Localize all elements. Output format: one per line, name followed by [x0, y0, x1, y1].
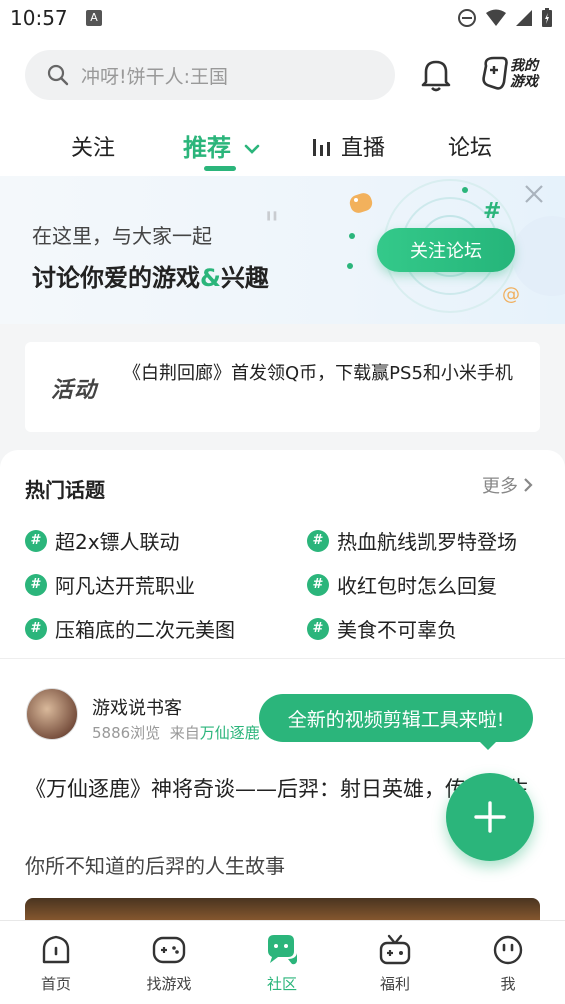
my-games-label-1: 我的 — [510, 57, 540, 74]
topic-item[interactable]: # 收红包时怎么回复 — [307, 570, 497, 599]
topic-label: 阿凡达开荒职业 — [55, 574, 195, 598]
source-link[interactable]: 万仙逐鹿 — [200, 724, 260, 742]
create-post-button[interactable] — [446, 773, 534, 861]
svg-text:#: # — [483, 199, 501, 224]
signal-icon — [516, 10, 532, 26]
nav-home[interactable]: 首页 — [16, 933, 96, 994]
live-bars-icon — [313, 139, 330, 156]
home-icon — [42, 935, 70, 964]
topic-item[interactable]: # 阿凡达开荒职业 — [25, 570, 195, 599]
section-divider — [0, 658, 565, 659]
nav-label: 社区 — [266, 975, 297, 993]
post-image[interactable] — [25, 898, 540, 920]
tab-follow[interactable]: 关注 — [71, 130, 115, 162]
svg-text:@: @ — [502, 284, 520, 305]
banner-title-amp: & — [200, 264, 221, 292]
tab-recommend-label: 推荐 — [183, 134, 231, 162]
post-meta: 5886浏览 来自万仙逐鹿 — [92, 722, 260, 743]
more-link[interactable]: 更多 — [482, 472, 534, 498]
hashtag-icon: # — [25, 529, 47, 552]
event-logo: 活动 — [51, 378, 98, 403]
nav-label: 我 — [500, 975, 516, 993]
tab-recommend[interactable]: 推荐 — [183, 128, 261, 163]
nav-label: 福利 — [379, 975, 410, 993]
bottom-nav: 首页 找游戏 社区 福利 我 — [0, 920, 565, 1004]
close-icon[interactable] — [522, 182, 546, 206]
more-label: 更多 — [482, 476, 518, 497]
video-tool-tooltip[interactable]: 全新的视频剪辑工具来啦! — [259, 694, 533, 742]
nav-welfare[interactable]: 福利 — [355, 933, 435, 994]
notification-a-icon: A — [86, 10, 102, 26]
topic-label: 超2x镖人联动 — [55, 530, 180, 554]
tab-live-label: 直播 — [341, 136, 386, 161]
banner-title-a: 讨论你爱的游戏 — [32, 264, 200, 292]
nav-community[interactable]: 社区 — [242, 933, 322, 994]
tooltip-arrow — [478, 740, 498, 750]
status-bar: 10:57 A — [0, 0, 565, 38]
author-name[interactable]: 游戏说书客 — [92, 694, 182, 720]
gamepad-icon — [152, 936, 186, 964]
hashtag-icon: # — [25, 573, 47, 596]
svg-text:": " — [264, 205, 280, 245]
do-not-disturb-icon — [458, 9, 476, 27]
face-icon — [493, 935, 523, 965]
tab-forum[interactable]: 论坛 — [448, 130, 492, 162]
hashtag-icon: # — [307, 617, 329, 640]
header: 冲呀!饼干人:王国 我的 游戏 关注 推荐 直播 论坛 — [0, 38, 565, 176]
topic-label: 压箱底的二次元美图 — [55, 618, 235, 642]
chat-bubble-icon — [268, 935, 297, 965]
wifi-icon — [486, 9, 506, 26]
tab-active-indicator — [204, 166, 236, 171]
avatar[interactable] — [26, 688, 78, 740]
battery-icon — [542, 8, 552, 27]
banner-title: 讨论你爱的游戏&兴趣 — [32, 258, 269, 293]
nav-find-games[interactable]: 找游戏 — [129, 933, 209, 994]
follow-forum-button[interactable]: 关注论坛 — [377, 228, 515, 272]
hot-topics-title: 热门话题 — [25, 478, 105, 502]
topic-label: 热血航线凯罗特登场 — [337, 530, 517, 554]
chevron-right-icon — [524, 478, 533, 492]
event-text: 《白荆回廊》首发领Q币，下载赢PS5和小米手机 — [123, 363, 513, 384]
post-subtitle: 你所不知道的后羿的人生故事 — [25, 854, 285, 878]
my-games-label-2: 游戏 — [510, 73, 540, 90]
view-count: 5886浏览 — [92, 724, 161, 742]
topic-item[interactable]: # 压箱底的二次元美图 — [25, 614, 235, 643]
topic-item[interactable]: # 美食不可辜负 — [307, 614, 457, 643]
hashtag-icon: # — [307, 573, 329, 596]
hashtag-icon: # — [25, 617, 47, 640]
bell-icon[interactable] — [416, 54, 456, 94]
tab-live[interactable]: 直播 — [312, 130, 385, 162]
nav-me[interactable]: 我 — [468, 933, 548, 994]
nav-label: 找游戏 — [146, 975, 192, 993]
topic-label: 美食不可辜负 — [337, 618, 457, 642]
banner-title-b: 兴趣 — [220, 264, 269, 292]
search-placeholder: 冲呀!饼干人:王国 — [81, 65, 229, 88]
search-bar[interactable]: 冲呀!饼干人:王国 — [25, 50, 395, 100]
chevron-down-icon — [245, 144, 260, 154]
plus-icon — [474, 801, 506, 833]
hashtag-icon: # — [307, 529, 329, 552]
status-time: 10:57 — [10, 6, 68, 30]
topic-item[interactable]: # 热血航线凯罗特登场 — [307, 526, 517, 555]
search-icon — [47, 64, 69, 86]
status-icons — [457, 8, 553, 28]
tab-bar: 关注 推荐 直播 论坛 — [0, 124, 565, 176]
source-prefix: 来自 — [169, 724, 200, 742]
topic-label: 收红包时怎么回复 — [337, 574, 497, 598]
gift-icon — [379, 934, 411, 965]
my-games-icon: 我的 游戏 — [482, 56, 540, 90]
topic-item[interactable]: # 超2x镖人联动 — [25, 526, 180, 555]
forum-banner: " # @ 在这里，与大家一起 讨论你爱的游戏&兴趣 关注论坛 — [0, 176, 565, 324]
event-card[interactable]: 活动 《白荆回廊》首发领Q币，下载赢PS5和小米手机 — [25, 342, 540, 432]
my-games-button[interactable]: 我的 游戏 — [480, 52, 542, 98]
banner-subtitle: 在这里，与大家一起 — [32, 224, 212, 248]
nav-label: 首页 — [40, 975, 71, 993]
